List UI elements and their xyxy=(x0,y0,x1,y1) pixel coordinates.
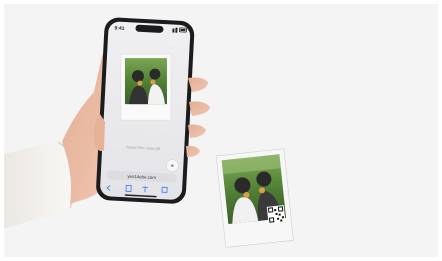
screen-polaroid xyxy=(120,53,172,121)
polaroid-print xyxy=(215,148,294,248)
status-time: 9:41 xyxy=(114,25,125,32)
product-scene: 9:41 Instant Film • Scan QR yes14ebe.com xyxy=(4,4,438,257)
scene-illustration: 9:41 Instant Film • Scan QR yes14ebe.com xyxy=(4,17,294,248)
qr-code-icon xyxy=(266,205,286,224)
hint-bubble-icon[interactable] xyxy=(166,159,179,172)
dynamic-island xyxy=(135,24,164,33)
smartphone: 9:41 Instant Film • Scan QR yes14ebe.com xyxy=(96,17,195,204)
